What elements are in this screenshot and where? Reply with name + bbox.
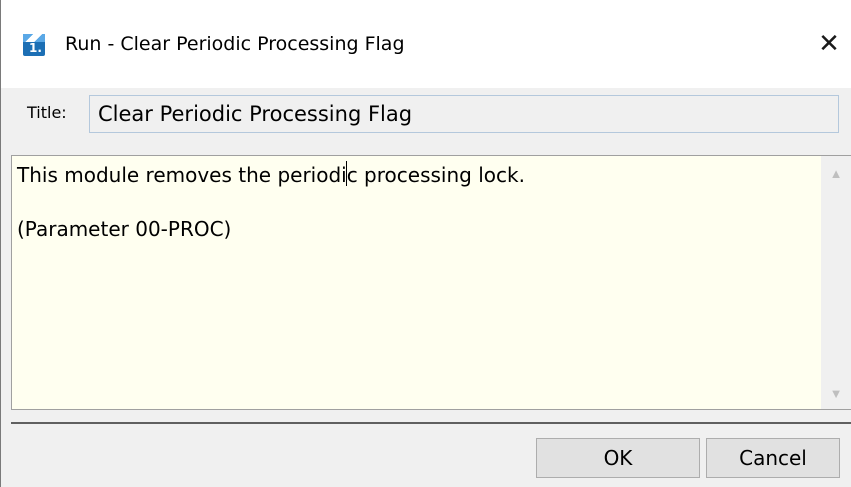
description-box[interactable]: This module removes the periodic process… <box>11 155 851 410</box>
description-line-2: (Parameter 00-PROC) <box>17 217 232 241</box>
title-field[interactable]: Clear Periodic Processing Flag <box>89 95 839 133</box>
run-dialog: 1. Run - Clear Periodic Processing Flag … <box>0 0 851 487</box>
scroll-up-icon[interactable]: ▲ <box>821 158 851 188</box>
window-title: Run - Clear Periodic Processing Flag <box>65 33 405 55</box>
description-line-1: This module removes the periodic process… <box>17 163 525 187</box>
close-icon[interactable]: ✕ <box>806 22 851 66</box>
scroll-down-icon[interactable]: ▼ <box>821 378 851 408</box>
description-scrollbar[interactable]: ▲ ▼ <box>821 156 851 409</box>
title-bar: 1. Run - Clear Periodic Processing Flag … <box>1 0 851 88</box>
app-logo-glyph: 1. <box>29 41 42 55</box>
ok-button[interactable]: OK <box>536 438 700 478</box>
app-logo-icon: 1. <box>23 34 45 56</box>
text-caret <box>346 161 347 186</box>
cancel-button[interactable]: Cancel <box>706 438 840 478</box>
description-text: This module removes the periodic process… <box>17 164 827 272</box>
title-label: Title: <box>27 103 67 122</box>
